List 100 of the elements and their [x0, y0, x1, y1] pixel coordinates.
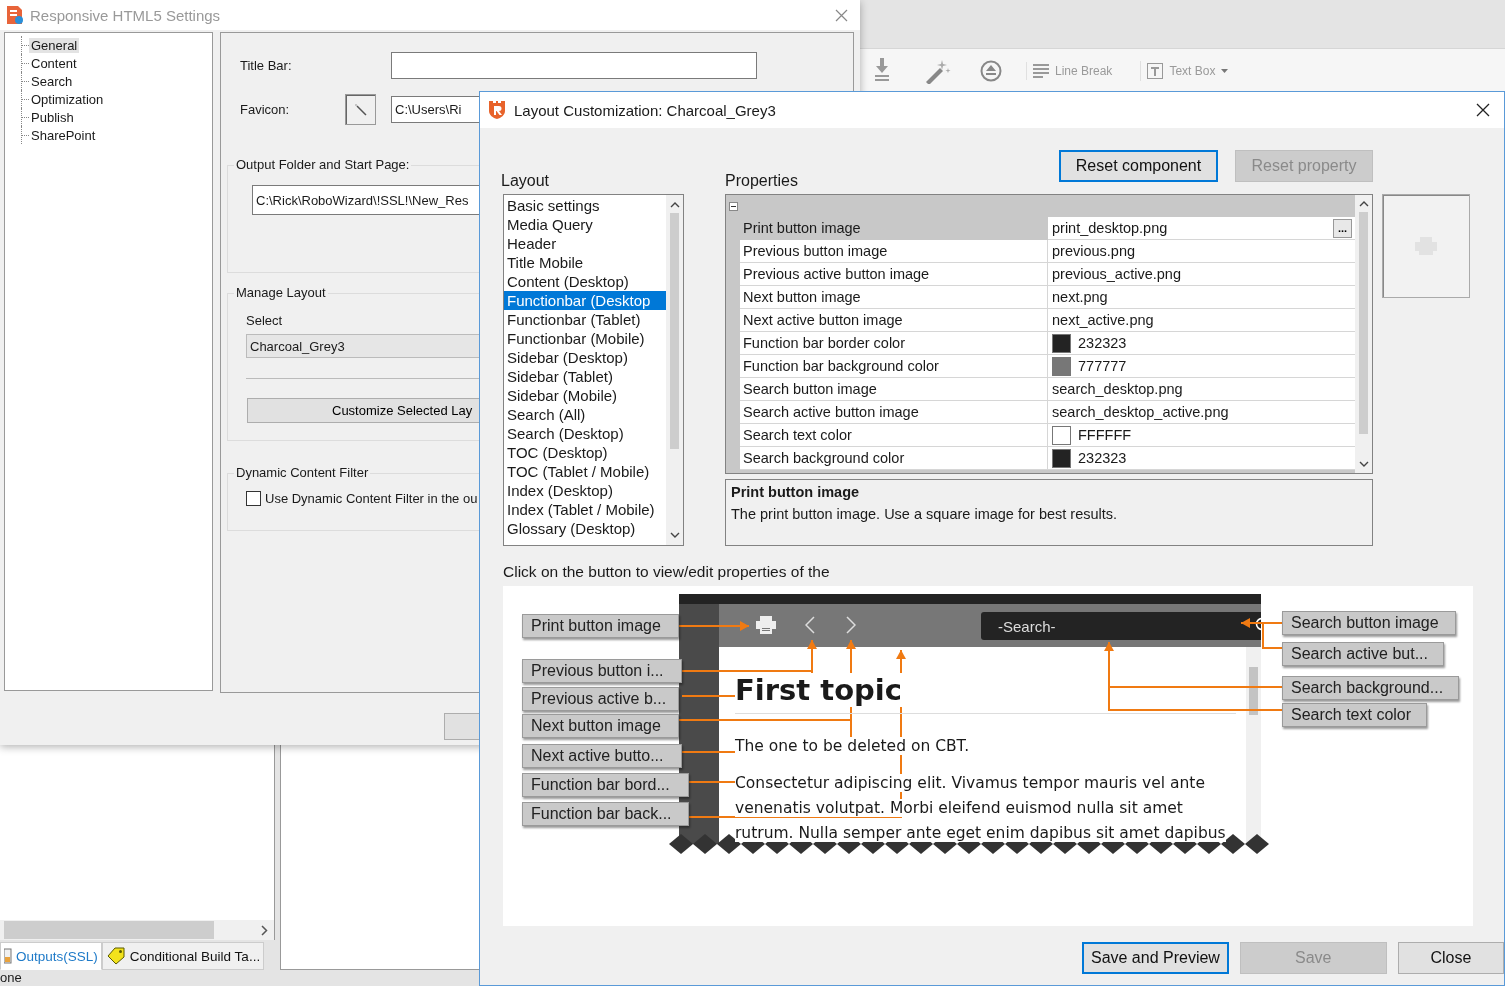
property-name[interactable]: Search text color: [740, 424, 1048, 447]
callout-button[interactable]: Next button image: [522, 714, 679, 738]
group-heading: Dynamic Content Filter: [234, 465, 371, 480]
description-text: The print button image. Use a square image for best results.: [731, 506, 1119, 522]
printer-icon[interactable]: [755, 616, 777, 634]
leader-line: [678, 621, 750, 631]
browse-button[interactable]: ...: [1333, 218, 1352, 238]
property-name[interactable]: Search button image: [740, 378, 1048, 401]
close-icon[interactable]: [1476, 103, 1490, 117]
callout-button[interactable]: Next active butto...: [522, 744, 682, 768]
window-icon: [4, 948, 12, 964]
callout-button[interactable]: Function bar back...: [522, 802, 689, 826]
callout-button[interactable]: Search text color: [1282, 703, 1427, 727]
chevron-down-icon[interactable]: [669, 531, 680, 539]
scrollbar[interactable]: [1355, 195, 1372, 473]
callout-button[interactable]: Search active but...: [1282, 642, 1444, 666]
window-title: Layout Customization: Charcoal_Grey3: [514, 101, 776, 119]
dialog-button[interactable]: Close: [1397, 942, 1504, 974]
chevron-down-icon[interactable]: [1358, 460, 1369, 468]
field-label: Select: [246, 313, 283, 328]
chevron-left-icon[interactable]: [805, 616, 815, 634]
property-value[interactable]: FFFFFF: [1048, 424, 1355, 447]
checkbox[interactable]: [246, 491, 261, 506]
field-label: Favicon:: [239, 102, 291, 117]
tree-item[interactable]: Search: [29, 73, 75, 89]
tree-item[interactable]: General: [29, 37, 80, 53]
scrollbar[interactable]: [666, 195, 683, 545]
property-value[interactable]: print_desktop.png ...: [1048, 217, 1355, 240]
property-name[interactable]: Next active button image: [740, 309, 1048, 332]
scrollbar[interactable]: [1246, 647, 1261, 844]
wand-icon: [353, 102, 368, 117]
tag-icon: [105, 947, 126, 965]
lines-icon: [1033, 63, 1049, 78]
scrollbar[interactable]: [0, 920, 274, 940]
chevron-up-icon[interactable]: [669, 201, 680, 209]
tab[interactable]: Conditional Build Ta...: [101, 942, 265, 970]
list-item[interactable]: Title Mobile: [504, 253, 666, 272]
tree-item[interactable]: Content: [29, 55, 79, 71]
dialog-button[interactable]: Save and Preview: [1082, 942, 1229, 974]
list-item[interactable]: TOC (Desktop): [504, 443, 666, 462]
topic-heading: First topic: [735, 673, 902, 707]
property-value[interactable]: 232323: [1048, 332, 1355, 355]
property-name[interactable]: Previous active button image: [740, 263, 1048, 286]
wand-button[interactable]: [345, 94, 376, 125]
property-value[interactable]: previous_active.png: [1048, 263, 1355, 286]
callout-button[interactable]: Search background...: [1282, 676, 1459, 700]
collapse-icon[interactable]: [729, 201, 738, 211]
caret-icon: [1221, 68, 1229, 73]
list-item[interactable]: Functionbar (Tablet): [504, 310, 666, 329]
list-item[interactable]: TOC (Tablet / Mobile): [504, 462, 666, 481]
chevron-right-icon[interactable]: [261, 924, 268, 936]
group-heading: Output Folder and Start Page:: [234, 157, 412, 172]
list-item[interactable]: Media Query: [504, 215, 666, 234]
shield-icon: [488, 100, 506, 120]
property-value[interactable]: 777777: [1048, 355, 1355, 378]
callout-button[interactable]: Previous button i...: [522, 659, 682, 683]
list-item[interactable]: Index (Desktop): [504, 481, 666, 500]
chevron-up-icon[interactable]: [1358, 200, 1369, 208]
list-item[interactable]: Content (Desktop): [504, 272, 666, 291]
description-title: Print button image: [731, 484, 861, 500]
callout-button[interactable]: Function bar bord...: [522, 773, 689, 797]
property-name[interactable]: Search active button image: [740, 401, 1048, 424]
property-name[interactable]: Next button image: [740, 286, 1048, 309]
field-label: Title Bar:: [239, 58, 293, 73]
property-value[interactable]: next.png: [1048, 286, 1355, 309]
list-item[interactable]: Glossary (Desktop): [504, 519, 666, 538]
download-icon[interactable]: [874, 57, 890, 84]
callout-button[interactable]: Search button image: [1282, 611, 1456, 635]
tree-item[interactable]: Publish: [29, 109, 76, 125]
document-icon: [6, 5, 24, 25]
callout-button[interactable]: Print button image: [522, 614, 679, 638]
tab[interactable]: Outputs(SSL): [0, 942, 102, 970]
section-heading: Properties: [725, 172, 798, 190]
property-value[interactable]: search_desktop.png: [1048, 378, 1355, 401]
property-name[interactable]: Search background color: [740, 447, 1048, 470]
list-item[interactable]: Functionbar (Desktop: [504, 291, 666, 310]
window-title: Responsive HTML5 Settings: [30, 6, 221, 24]
list-item[interactable]: Sidebar (Tablet): [504, 367, 666, 386]
reset-button[interactable]: Reset component: [1059, 150, 1218, 182]
search-field[interactable]: -Search-: [981, 612, 1261, 640]
property-value[interactable]: next_active.png: [1048, 309, 1355, 332]
property-name[interactable]: Function bar background color: [740, 355, 1048, 378]
tree-item[interactable]: SharePoint: [29, 127, 98, 143]
property-name[interactable]: Function bar border color: [740, 332, 1048, 355]
property-value[interactable]: previous.png: [1048, 240, 1355, 263]
property-name[interactable]: Previous button image: [740, 240, 1048, 263]
property-value[interactable]: 232323: [1048, 447, 1355, 470]
eject-icon[interactable]: [980, 59, 1002, 82]
paragraph: The one to be deleted on CBT.: [735, 737, 970, 755]
list-item[interactable]: Index (Tablet / Mobile): [504, 500, 666, 519]
list-item[interactable]: Header: [504, 234, 666, 253]
text-box-icon: [1147, 62, 1164, 79]
input-field[interactable]: [391, 52, 757, 79]
checkbox-label: Use Dynamic Content Filter in the ou: [265, 491, 478, 506]
list-item[interactable]: Search (Desktop): [504, 424, 666, 443]
tree-item[interactable]: Optimization: [29, 91, 106, 107]
hint-text: Click on the button to view/edit properties of the: [503, 563, 831, 581]
property-value[interactable]: search_desktop_active.png: [1048, 401, 1355, 424]
callout-button[interactable]: Previous active b...: [522, 687, 679, 711]
group-heading: Manage Layout: [234, 285, 328, 300]
